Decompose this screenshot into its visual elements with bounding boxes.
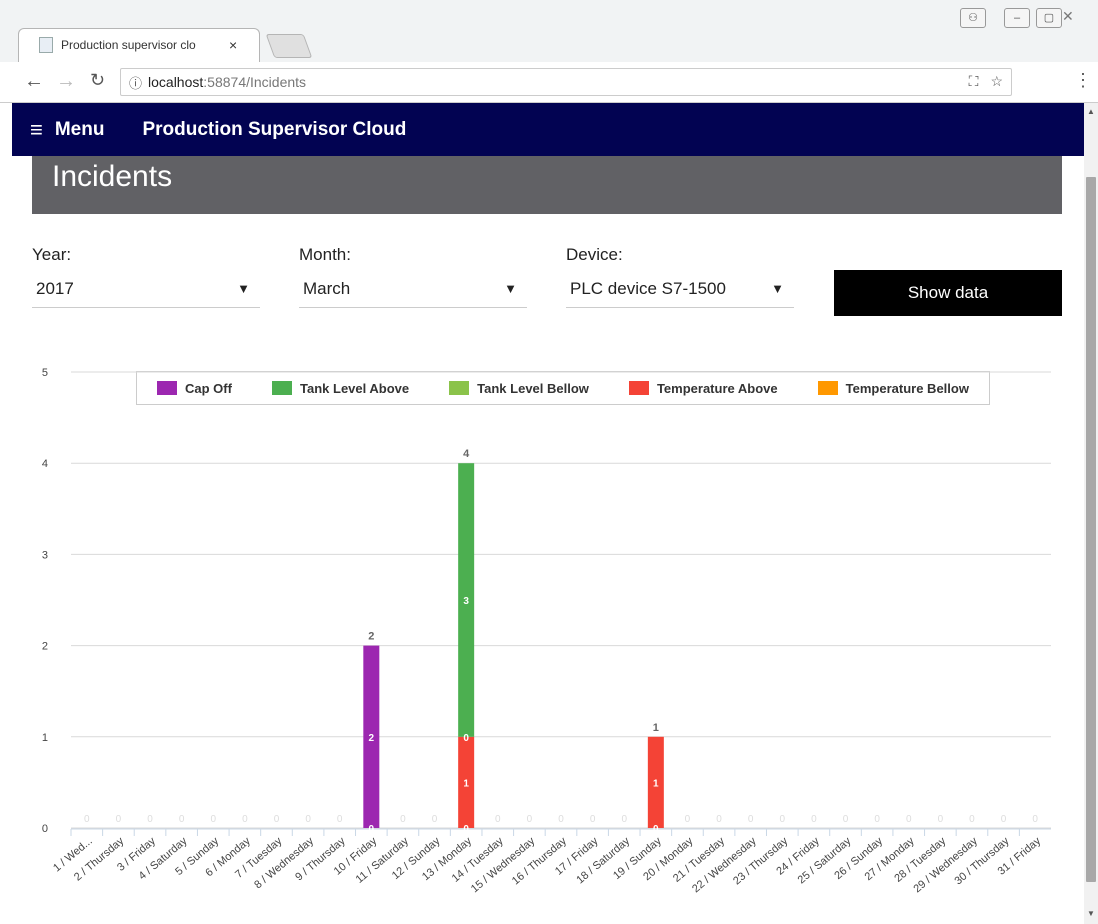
zero-value-label: 0 [84, 814, 90, 825]
zero-value-label: 0 [179, 814, 185, 825]
zero-value-label: 0 [495, 814, 501, 825]
reload-icon[interactable]: ↻ [90, 70, 105, 91]
scroll-down-icon[interactable]: ▼ [1087, 909, 1095, 918]
scroll-thumb[interactable] [1086, 177, 1096, 882]
device-label: Device: [566, 245, 623, 264]
y-tick-label: 3 [42, 549, 48, 561]
y-tick-label: 2 [42, 641, 48, 653]
incidents-chart: 01234501 / Wed...02 / Thursday03 / Frida… [42, 367, 1051, 895]
zero-value-label: 0 [242, 814, 248, 825]
profile-icon[interactable]: ⚇ [960, 8, 986, 28]
zero-value-label: 0 [716, 814, 722, 825]
browser-menu-icon[interactable]: ⋮ [1074, 70, 1092, 91]
tab-close-icon[interactable]: × [229, 37, 237, 53]
year-field: Year: 2017 ▼ [32, 245, 260, 308]
dropdown-arrow-icon: ▼ [504, 281, 517, 296]
tab-title: Production supervisor clo [61, 38, 196, 52]
address-bar[interactable]: ⓘ localhost:58874/Incidents ⛶ ☆ [120, 68, 1012, 96]
segment-zero-label: 0 [369, 824, 375, 835]
segment-value-label: 1 [463, 778, 469, 789]
zero-value-label: 0 [558, 814, 564, 825]
zero-value-label: 0 [748, 814, 754, 825]
app-bar: ≡ Menu Production Supervisor Cloud [12, 103, 1084, 156]
month-label: Month: [299, 245, 351, 264]
month-value: March [303, 279, 351, 298]
info-icon[interactable]: ⓘ [129, 73, 142, 92]
zero-value-label: 0 [906, 814, 912, 825]
zero-value-label: 0 [685, 814, 691, 825]
zero-value-label: 0 [400, 814, 406, 825]
zero-value-label: 0 [811, 814, 817, 825]
scroll-up-icon[interactable]: ▲ [1087, 107, 1095, 116]
y-tick-label: 0 [42, 823, 48, 835]
zero-value-label: 0 [432, 814, 438, 825]
page-favicon-icon [39, 37, 53, 53]
y-tick-label: 4 [42, 458, 48, 470]
device-select[interactable]: PLC device S7-1500 ▼ [566, 279, 794, 308]
segment-value-label: 1 [653, 778, 659, 789]
page-title: Incidents [52, 160, 173, 193]
y-tick-label: 5 [42, 367, 48, 379]
url-path: :58874/Incidents [203, 74, 307, 90]
zero-value-label: 0 [969, 814, 975, 825]
zero-value-label: 0 [210, 814, 216, 825]
segment-zero-label: 0 [463, 824, 469, 835]
year-value: 2017 [36, 279, 74, 298]
zero-value-label: 0 [1001, 814, 1007, 825]
zero-value-label: 0 [1032, 814, 1038, 825]
month-field: Month: March ▼ [299, 245, 527, 308]
year-select[interactable]: 2017 ▼ [32, 279, 260, 308]
segment-zero-label: 0 [653, 824, 659, 835]
device-field: Device: PLC device S7-1500 ▼ [566, 245, 794, 308]
translate-icon[interactable]: ⛶ [969, 73, 979, 90]
url-host: localhost [148, 74, 204, 90]
page-scrollbar[interactable]: ▲ ▼ [1084, 103, 1098, 924]
browser-tab[interactable]: Production supervisor clo × [18, 28, 260, 63]
zero-value-label: 0 [527, 814, 533, 825]
zero-value-label: 0 [590, 814, 596, 825]
dropdown-arrow-icon: ▼ [771, 281, 784, 296]
minimize-icon[interactable]: – [1004, 8, 1030, 28]
zero-value-label: 0 [874, 814, 880, 825]
zero-value-label: 0 [780, 814, 786, 825]
app-title[interactable]: Production Supervisor Cloud [142, 119, 406, 141]
device-value: PLC device S7-1500 [570, 279, 726, 298]
total-value-label: 2 [368, 631, 374, 643]
window-controls: – ▢ [1004, 8, 1062, 28]
month-select[interactable]: March ▼ [299, 279, 527, 308]
total-value-label: 1 [653, 722, 659, 734]
forward-icon[interactable]: → [56, 70, 76, 93]
zero-value-label: 0 [337, 814, 343, 825]
maximize-icon[interactable]: ▢ [1036, 8, 1062, 28]
menu-label: Menu [54, 118, 105, 140]
zero-value-label: 0 [621, 814, 627, 825]
show-data-button[interactable]: Show data [834, 270, 1062, 316]
zero-value-label: 0 [843, 814, 849, 825]
zero-value-label: 0 [938, 814, 944, 825]
new-tab-button[interactable] [265, 34, 313, 58]
dropdown-arrow-icon: ▼ [237, 281, 250, 296]
browser-titlebar: Production supervisor clo × – ▢ ⚇ ✕ [0, 0, 1098, 63]
segment-value-label: 2 [369, 733, 375, 744]
page-header: Incidents [32, 156, 1062, 214]
zero-value-label: 0 [147, 814, 153, 825]
back-icon[interactable]: ← [24, 70, 44, 93]
hamburger-icon: ≡ [30, 116, 43, 142]
year-label: Year: [32, 245, 72, 264]
zero-value-label: 0 [305, 814, 311, 825]
total-value-label: 4 [463, 448, 470, 460]
segment-value-label: 3 [463, 596, 469, 607]
zero-value-label: 0 [116, 814, 122, 825]
zero-value-label: 0 [274, 814, 280, 825]
bookmark-star-icon[interactable]: ☆ [990, 73, 1003, 90]
browser-toolbar: ← → ↻ ⓘ localhost:58874/Incidents ⛶ ☆ ⋮ [0, 62, 1098, 103]
y-tick-label: 1 [42, 732, 48, 744]
page-viewport: ≡ Menu Production Supervisor Cloud Incid… [0, 103, 1084, 924]
close-window-icon[interactable]: ✕ [1062, 8, 1074, 25]
menu-button[interactable]: ≡ Menu [30, 117, 104, 143]
segment-zero-label: 0 [463, 733, 469, 744]
